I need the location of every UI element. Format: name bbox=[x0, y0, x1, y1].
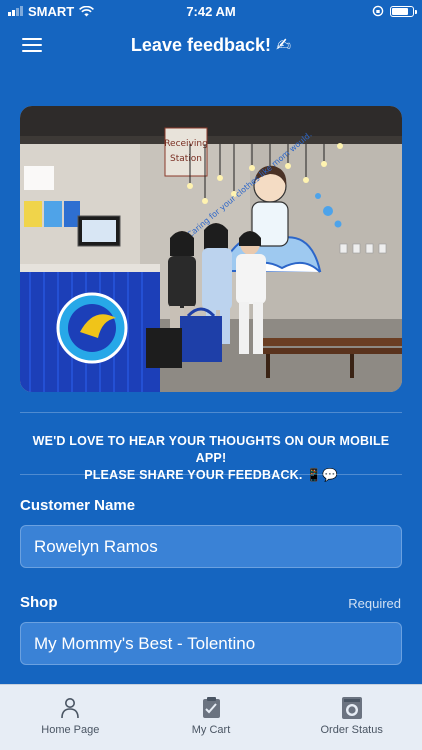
shop-photo: Receiving Station Caring for your clothe… bbox=[20, 106, 402, 392]
person-icon bbox=[61, 698, 80, 719]
customer-name-input[interactable] bbox=[20, 525, 402, 568]
feedback-prompt: WE'D LOVE TO HEAR YOUR THOUGHTS ON OUR M… bbox=[20, 433, 402, 484]
shop-label: Shop bbox=[20, 594, 58, 611]
feedback-prompt-line-1: WE'D LOVE TO HEAR YOUR THOUGHTS ON OUR M… bbox=[32, 434, 390, 465]
svg-text:Station: Station bbox=[170, 154, 202, 164]
bottom-tab-bar: Home Page My Cart Order Status bbox=[0, 684, 422, 750]
battery-fill bbox=[392, 7, 408, 15]
feedback-prompt-line-2: PLEASE SHARE YOUR FEEDBACK. 📱💬 bbox=[84, 468, 338, 482]
customer-name-label: Customer Name bbox=[20, 497, 136, 514]
status-bar: SMART 7:42 AM bbox=[0, 0, 422, 22]
tab-home-page[interactable]: Home Page bbox=[0, 685, 141, 750]
status-time: 7:42 AM bbox=[186, 3, 236, 19]
tab-my-cart-label: My Cart bbox=[191, 724, 231, 736]
hamburger-menu-icon[interactable] bbox=[22, 38, 42, 52]
receiving-station-sign: Receiving bbox=[164, 139, 208, 149]
app-header: Leave feedback! ✍ bbox=[0, 22, 422, 68]
page-title: Leave feedback! ✍ bbox=[130, 34, 292, 55]
bottom-divider bbox=[20, 474, 402, 475]
cart-icon bbox=[203, 697, 220, 718]
tab-my-cart[interactable]: My Cart bbox=[141, 685, 282, 750]
shop-required-indicator: Required bbox=[348, 596, 401, 611]
tab-home-page-label: Home Page bbox=[41, 724, 100, 736]
tab-order-status-label: Order Status bbox=[320, 724, 383, 736]
battery-icon bbox=[390, 5, 417, 17]
washing-machine-icon bbox=[341, 697, 362, 719]
tab-order-status[interactable]: Order Status bbox=[281, 685, 422, 750]
shop-photo-illustration: Receiving Station Caring for your clothe… bbox=[20, 106, 402, 392]
shop-input[interactable] bbox=[20, 622, 402, 665]
top-divider bbox=[20, 412, 402, 413]
